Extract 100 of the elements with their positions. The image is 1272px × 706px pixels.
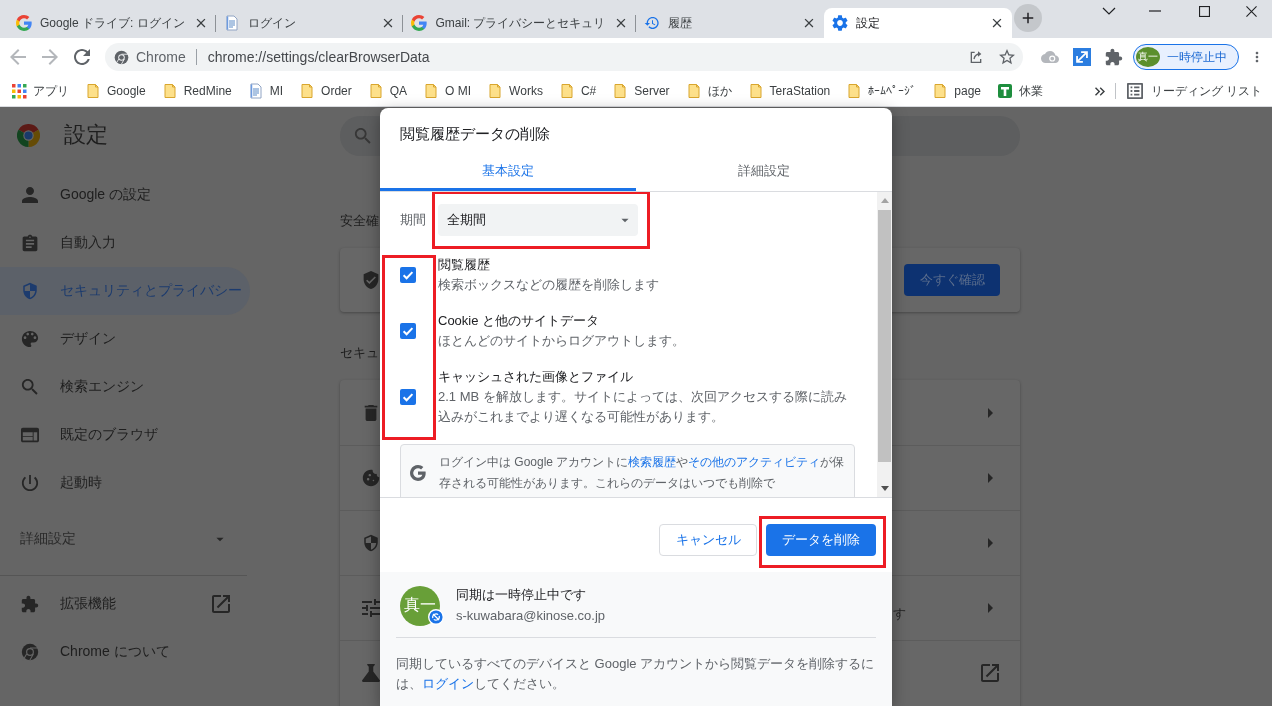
browser-tab[interactable]: 設定 [824, 8, 1012, 38]
chrome-logo-icon [114, 49, 129, 65]
folder-icon [932, 83, 949, 99]
caret-right-icon[interactable] [987, 472, 994, 484]
bookmark-item[interactable]: MI [239, 77, 292, 105]
bookmark-item[interactable]: Works [479, 77, 551, 105]
profile-avatar: 真一 [1136, 47, 1160, 67]
dialog-tab[interactable]: 基本設定 [380, 150, 636, 191]
maximize-icon[interactable] [1198, 5, 1210, 17]
bookmark-item[interactable]: アプリ [3, 77, 77, 105]
bookmark-item[interactable]: 休業 [989, 77, 1051, 105]
folder-icon [487, 83, 504, 99]
share-icon[interactable] [968, 49, 984, 65]
bookmark-item[interactable]: page [924, 77, 989, 105]
browser-tab[interactable]: Gmail: プライバシーとセキュリ [403, 8, 637, 38]
reading-list-button[interactable]: リーディング リスト [1118, 77, 1272, 105]
login-link[interactable]: ログイン [422, 676, 474, 691]
settings-icon [832, 15, 849, 31]
reload-icon[interactable] [74, 49, 90, 65]
double-chevron-icon[interactable] [1094, 86, 1105, 96]
bookmark-item[interactable]: Google [77, 77, 154, 105]
browser-tab[interactable]: 履歴 [636, 8, 825, 38]
bookmark-item[interactable]: RedMine [153, 77, 240, 105]
checkbox[interactable] [400, 389, 416, 405]
folder-icon [747, 83, 764, 99]
scroll-down-icon[interactable] [880, 486, 889, 491]
apps-grid-icon [11, 83, 27, 99]
close-icon[interactable] [616, 18, 627, 28]
search-icon [354, 127, 372, 145]
bookmark-item[interactable]: TeraStation [739, 77, 839, 105]
address-bar[interactable]: Chrome chrome://settings/clearBrowserData [105, 43, 1023, 71]
document-icon [223, 15, 240, 31]
chrome-logo-icon [17, 123, 40, 147]
bookmark-item[interactable]: QA [359, 77, 416, 105]
text-link[interactable]: その他のアクティビティ [688, 455, 821, 469]
option-title: 閲覧履歴 [438, 256, 491, 274]
time-range-label: 期間 [400, 211, 426, 229]
flask-icon [362, 664, 380, 682]
folder-icon [299, 83, 316, 99]
chevron-down-icon[interactable] [1102, 7, 1116, 15]
close-icon[interactable] [1245, 5, 1257, 17]
option-title: Cookie と他のサイトデータ [438, 312, 601, 330]
cancel-button[interactable]: キャンセル [659, 524, 757, 556]
browser-tab[interactable]: ログイン [215, 8, 404, 38]
expand-arrows-icon[interactable] [1073, 48, 1091, 66]
scrollbar[interactable] [877, 192, 892, 497]
g-logo-icon [410, 465, 426, 481]
option-description: 2.1 MB を解放します。サイトによっては、次回アクセスする際に読み込みがこれまでより遅くなる可能性があります。 [438, 388, 848, 426]
account-avatar: 真一 [400, 585, 440, 626]
bookmark-item[interactable]: C# [550, 77, 605, 105]
text-link[interactable]: 検索履歴 [628, 455, 677, 469]
checkbox[interactable] [400, 323, 416, 339]
shield-icon [362, 534, 380, 552]
g-logo-icon [411, 15, 428, 31]
browser-tab[interactable]: Google ドライブ: ログイン [8, 8, 216, 38]
folder-icon [161, 83, 178, 99]
profile-button[interactable]: 真一 一時停止中 [1133, 44, 1239, 70]
puzzle-icon [21, 595, 39, 613]
bookmark-item[interactable]: Order [291, 77, 360, 105]
caret-right-icon[interactable] [987, 406, 994, 419]
caret-right-icon[interactable] [987, 602, 994, 614]
caret-right-icon[interactable] [987, 537, 994, 549]
browser-window-icon [21, 426, 39, 444]
dialog-tab[interactable]: 詳細設定 [636, 150, 892, 191]
new-tab-button[interactable] [1014, 3, 1042, 32]
sync-status: 同期は一時停止中です [456, 586, 587, 604]
document-icon [247, 83, 264, 99]
url-text: chrome://settings/clearBrowserData [207, 49, 430, 65]
power-icon [21, 474, 39, 492]
close-icon[interactable] [804, 18, 815, 28]
bookmark-item[interactable]: ﾎｰﾑﾍﾟｰｼﾞ [838, 77, 925, 105]
folder-icon [367, 83, 384, 99]
more-menu-icon[interactable] [1255, 50, 1259, 64]
palette-icon [21, 330, 39, 348]
trash-icon [362, 403, 380, 422]
settings-title: 設定 [64, 121, 108, 149]
close-icon[interactable] [383, 18, 394, 28]
checkbox[interactable] [400, 267, 416, 283]
time-range-dropdown[interactable]: 全期間 [438, 204, 638, 236]
account-email: s-kuwabara@kinose.co.jp [456, 607, 606, 625]
bookmark-item[interactable]: Server [604, 77, 678, 105]
clipboard-icon [21, 234, 39, 252]
scrollbar-thumb[interactable] [878, 210, 891, 462]
puzzle-icon[interactable] [1105, 48, 1123, 66]
external-link-icon [212, 595, 230, 613]
g-logo-icon [16, 15, 32, 31]
info-text: ログイン中は Google アカウントに検索履歴やその他のアクティビティが保存される可能性があります。これらのデータはいつでも削除で [439, 454, 846, 492]
bookmark-item[interactable]: O MI [415, 77, 480, 105]
chrome-logo-icon [21, 643, 39, 661]
bookmark-item[interactable]: ほか [677, 77, 740, 105]
person-icon [21, 186, 39, 204]
dialog-title: 閲覧履歴データの削除 [400, 125, 550, 143]
sync-note: 同期しているすべてのデバイスと Google アカウントから閲覧データを削除するには、ログイン してください。 [396, 655, 876, 693]
external-link-icon[interactable] [981, 664, 999, 682]
close-icon[interactable] [992, 18, 1002, 28]
close-icon[interactable] [195, 18, 206, 28]
caret-down-icon [215, 536, 225, 542]
option-description: 検索ボックスなどの履歴を削除します [438, 276, 660, 294]
delete-data-button[interactable]: データを削除 [766, 524, 876, 556]
star-icon[interactable] [999, 49, 1015, 65]
